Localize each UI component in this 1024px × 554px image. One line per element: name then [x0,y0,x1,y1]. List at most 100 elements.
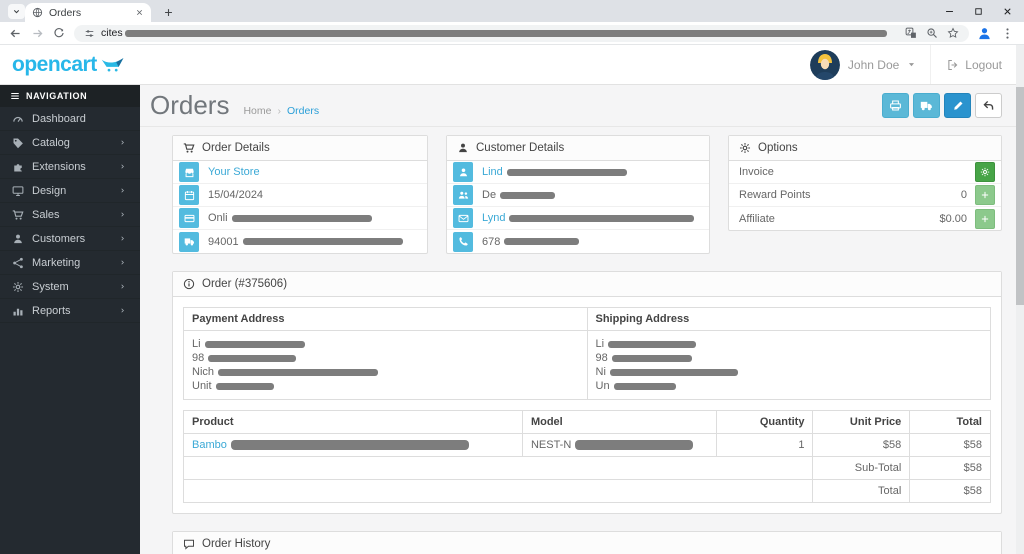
page-title: Orders [150,90,230,120]
tab-favicon-globe-icon [32,7,43,18]
customer-phone-row: 678 [447,230,709,253]
envelope-icon [453,208,473,228]
sidebar-item-extensions[interactable]: Extensions [0,155,140,179]
catalog-tag-icon [10,137,25,149]
store-row: Your Store [173,161,427,184]
payment-method-row: Onli [173,207,427,230]
group-icon [453,185,473,205]
sidebar-item-marketing[interactable]: Marketing [0,251,140,275]
store-icon [179,162,199,182]
printer-icon [889,99,902,112]
chevron-down-icon [12,7,21,16]
product-link[interactable]: Bambo [192,439,227,451]
chevron-right-icon [115,139,130,146]
site-info-icon[interactable] [84,28,95,39]
credit-card-icon [179,208,199,228]
gear-icon [739,142,751,154]
options-heading: Options [729,136,1001,161]
tab-close-icon[interactable] [135,8,144,17]
store-link[interactable]: Your Store [208,166,260,178]
back-icon[interactable] [4,27,26,40]
sidebar-item-sales[interactable]: Sales [0,203,140,227]
translate-icon[interactable] [905,27,917,39]
close-window-button[interactable] [993,0,1022,22]
user-icon [453,162,473,182]
navigation-caption: NAVIGATION [0,85,140,107]
refresh-icon[interactable] [48,27,70,39]
subtotal-row: Sub-Total $58 [182,456,991,480]
reports-chart-icon [10,305,25,317]
subtotal-value: $58 [909,456,991,480]
url-input[interactable]: cites [74,24,969,42]
product-table: Product Model Quantity Unit Price Total … [182,410,991,503]
browser-menu-icon[interactable] [1001,27,1014,40]
user-name: John Doe [847,57,900,72]
calendar-icon [179,185,199,205]
user-menu[interactable]: John Doe [796,45,930,84]
address-table: Payment Address Shipping Address Li 98 N… [183,307,991,400]
redacted-text [204,340,305,348]
pencil-icon [952,100,964,112]
print-invoice-button[interactable] [882,93,909,118]
bookmark-star-icon[interactable] [947,27,959,39]
quantity-cell: 1 [715,433,814,457]
chevron-right-icon [115,307,130,314]
redacted-text [242,238,403,245]
zoom-icon[interactable] [926,27,938,39]
tab-search-button[interactable] [8,4,25,19]
comment-icon [183,538,195,550]
truck-icon [179,231,199,252]
customer-link[interactable]: Lind [482,166,503,178]
affiliate-value: $0.00 [939,212,967,225]
email-link[interactable]: Lynd [482,212,505,224]
tab-title: Orders [49,6,82,19]
opencart-logo[interactable]: opencart [0,45,140,84]
sidebar-item-design[interactable]: Design [0,179,140,203]
breadcrumb-home[interactable]: Home [243,105,271,117]
breadcrumb: Home › Orders [243,104,320,117]
breadcrumb-current[interactable]: Orders [287,105,319,117]
phone-icon [453,231,473,252]
print-shipping-list-button[interactable] [913,93,940,118]
sales-cart-icon [10,209,25,221]
add-reward-points-button[interactable] [975,185,995,205]
new-tab-button[interactable] [160,4,176,20]
order-history-panel: Order History History Additional [172,531,1002,554]
browser-tab-orders[interactable]: Orders [25,3,151,22]
order-details-heading: Order Details [173,136,427,161]
maximize-button[interactable] [964,0,993,22]
page-scrollbar[interactable] [1016,45,1024,554]
forward-icon[interactable] [26,27,48,40]
total-value: $58 [909,479,991,503]
redacted-text [231,214,372,222]
browser-profile-icon[interactable] [977,26,992,41]
shipping-method-row: 94001 [173,230,427,253]
chevron-right-icon [115,163,130,170]
customer-group-row: De [447,184,709,207]
sidebar-item-customers[interactable]: Customers [0,227,140,251]
payment-address-cell: Li 98 Nich Unit [183,330,588,400]
redacted-text [215,382,274,390]
edit-button[interactable] [944,93,971,118]
back-button[interactable] [975,93,1002,118]
sidebar-item-dashboard[interactable]: Dashboard [0,107,140,131]
gear-icon [980,167,990,177]
window-controls [935,0,1022,22]
order-panel-heading: Order (#375606) [173,272,1001,297]
info-icon [183,278,195,290]
minimize-button[interactable] [935,0,964,22]
order-details-panel: Order Details Your Store 15/04/2024 Onli [172,135,428,254]
redacted-text [218,368,379,376]
generate-invoice-button[interactable] [975,162,995,182]
sidebar-item-catalog[interactable]: Catalog [0,131,140,155]
reward-points-value: 0 [960,189,967,201]
logout-button[interactable]: Logout [930,45,1002,84]
url-text: cites [101,27,123,39]
date-added-row: 15/04/2024 [173,184,427,207]
sidebar-item-reports[interactable]: Reports [0,299,140,323]
add-commission-button[interactable] [975,208,995,229]
scrollbar-thumb[interactable] [1016,87,1024,305]
order-panel: Order (#375606) Payment Address Shipping… [172,271,1002,514]
sidebar-item-system[interactable]: System [0,275,140,299]
redacted-text [613,382,676,390]
